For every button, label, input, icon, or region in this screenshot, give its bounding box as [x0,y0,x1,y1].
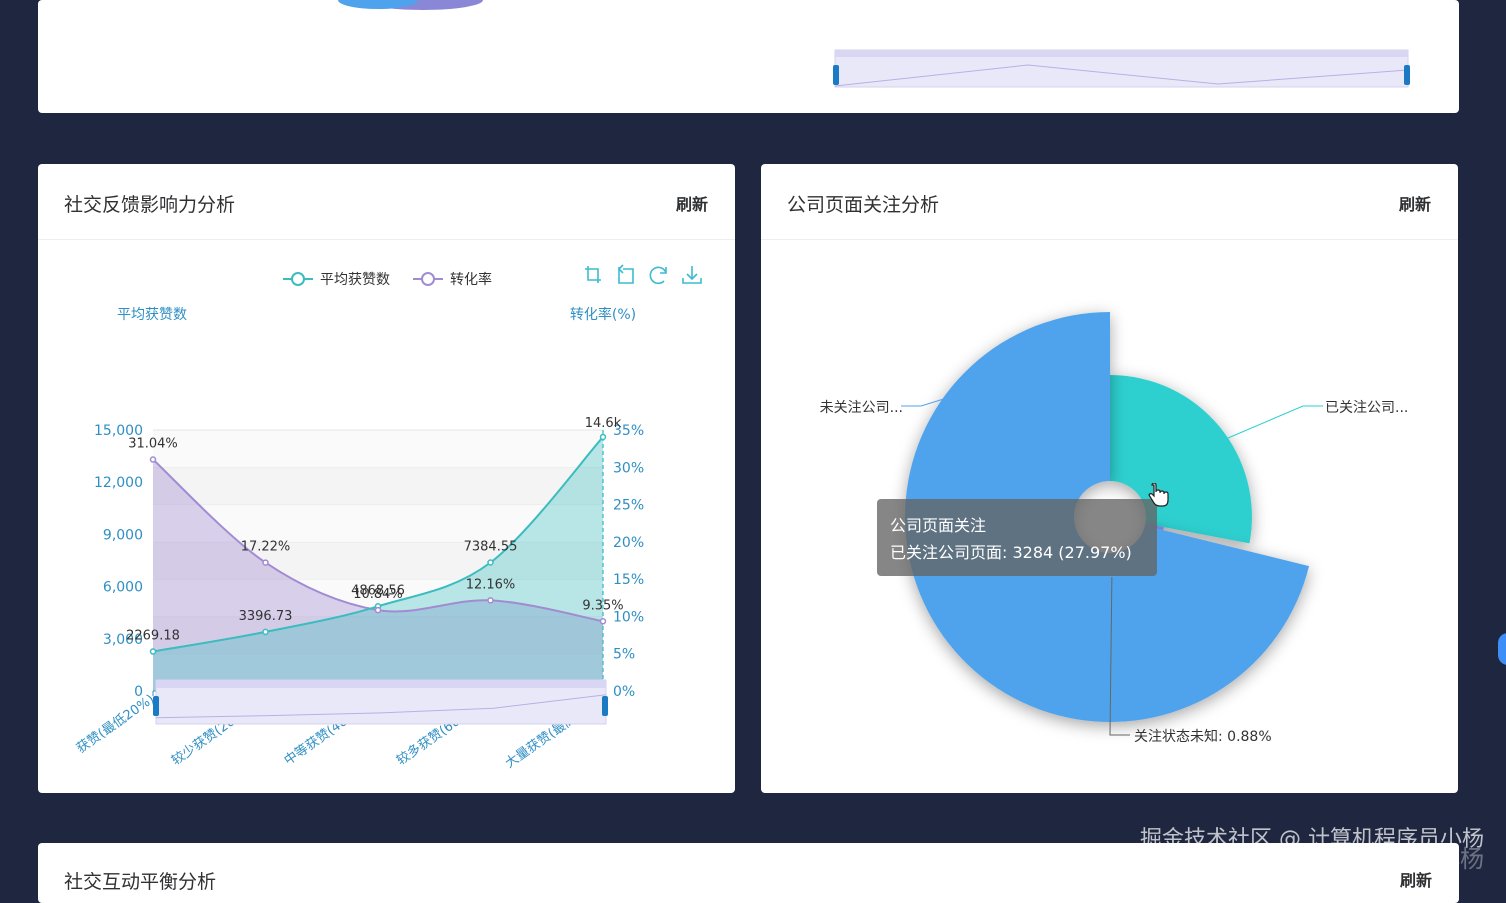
zoom-select-icon-shape [585,266,601,283]
chart-tooltip: 公司页面关注 已关注公司页面: 3284 (27.97%) [877,499,1157,576]
data-point-avg-likes[interactable] [487,559,494,566]
data-label-conversion: 9.35% [582,598,623,613]
zoom-reset-icon-shape [617,264,634,284]
legend-label: 转化率 [450,271,492,288]
card-title: 社交反馈影响力分析 [64,194,236,216]
chart-legend: 平均获赞数 转化率 [283,271,492,288]
top-chart-svg [338,0,1410,88]
top-data-zoom-handle-right[interactable] [1404,65,1410,85]
download-icon[interactable] [682,266,702,284]
pie-label: 已关注公司... [1325,400,1408,416]
social-feedback-card: 社交反馈影响力分析 刷新 0 3,000 6,000 9,000 12,000 15,00… [38,164,735,793]
pie-label: 未关注公司... [820,400,903,416]
top-chart-card [38,0,1459,113]
data-label-conversion: 17.22% [241,540,291,555]
refresh-button[interactable]: 刷新 [676,191,708,215]
tooltip-title: 公司页面关注 [890,516,987,535]
data-label-conversion: 10.84% [353,587,403,602]
data-zoom-bar [156,680,606,688]
data-label-avg-likes: 3396.73 [239,609,293,624]
legend-item[interactable]: 转化率 [413,271,492,288]
data-zoom-handle-right[interactable] [602,696,608,716]
watermark: 掘金技术社区 @ 计算机程序员小杨 CSDN @计算机程序员小杨 [1140,821,1484,874]
data-zoom-handle-left[interactable] [153,696,159,716]
data-point-conversion[interactable] [487,597,494,604]
top-data-zoom-bar [835,50,1408,57]
grid-band [153,430,603,468]
data-label-conversion: 12.16% [466,577,516,592]
legend-label: 平均获赞数 [320,272,390,288]
y-right-tick-label: 0% [613,684,635,700]
y-left-tick-label: 6,000 [103,580,143,596]
top-data-zoom[interactable] [833,49,1410,88]
data-point-conversion[interactable] [262,559,269,566]
zoom-select-icon[interactable] [585,266,601,283]
data-point-avg-likes[interactable] [149,648,157,655]
y-right-axis-title: 转化率(%) [570,306,636,323]
chart-toolbox [585,264,702,285]
hand-cursor-icon [1148,483,1169,507]
data-label-avg-likes: 2269.18 [126,629,180,644]
refresh-button[interactable]: 刷新 [1399,191,1431,215]
data-point-conversion[interactable] [374,606,382,614]
y-left-axis-title: 平均获赞数 [117,307,187,323]
card-title: 社交互动平衡分析 [64,871,217,893]
y-left-tick-label: 9,000 [103,527,143,543]
restore-icon[interactable] [649,266,667,285]
top-data-zoom-handle-left[interactable] [833,65,839,85]
legend-marker [291,272,305,286]
legend-marker [421,272,435,286]
data-label-avg-likes: 7384.55 [464,540,518,555]
zoom-reset-icon[interactable] [617,264,634,284]
card-header: 公司页面关注分析 刷新 [761,164,1458,240]
y-right-tick-label: 20% [613,535,644,551]
data-label-avg-likes: 14.6k [585,416,622,431]
data-point-avg-likes[interactable] [599,433,607,441]
data-label-conversion: 31.04% [128,437,178,452]
y-right-tick-label: 30% [613,460,644,476]
pie-label: 关注状态未知: 0.88% [1134,728,1272,745]
y-right-tick-label: 25% [613,498,644,514]
tooltip-line: 已关注公司页面: 3284 (27.97%) [890,543,1132,562]
data-point-conversion[interactable] [149,456,157,463]
download-icon-shape [682,266,702,284]
grid-band [153,467,603,505]
data-point-conversion[interactable] [599,618,607,625]
data-zoom-slider[interactable] [153,679,608,725]
card-title: 公司页面关注分析 [787,194,940,216]
card-header: 社交反馈影响力分析 刷新 [38,164,735,240]
y-left-tick-label: 12,000 [94,475,143,491]
social-feedback-chart: 03,0006,0009,00012,00015,0000%5%10%15%20… [74,264,702,771]
legend-item[interactable]: 平均获赞数 [283,272,390,288]
side-scroll-button[interactable] [1498,633,1506,665]
data-point-avg-likes[interactable] [262,628,269,636]
y-right-tick-label: 5% [613,647,635,663]
restore-icon-shape [649,266,667,285]
y-right-tick-label: 15% [613,572,644,588]
x-tick-label: 获赞(最低20%) [74,692,157,757]
watermark-line2: CSDN @计算机程序员小杨 [1191,845,1484,873]
